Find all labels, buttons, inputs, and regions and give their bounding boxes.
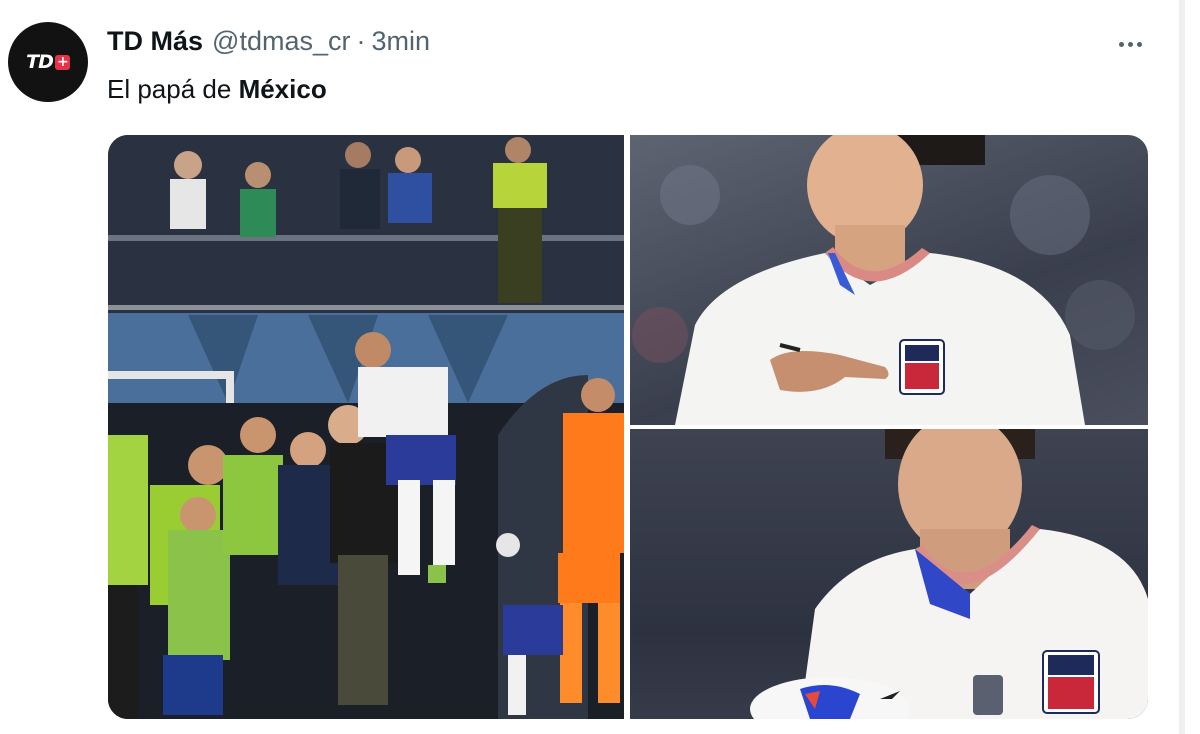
more-dot xyxy=(1118,41,1124,47)
media-grid xyxy=(108,135,1148,719)
tweet-text-prefix: El papá de xyxy=(107,74,239,104)
tweet-text: El papá de México xyxy=(107,74,327,105)
tweet-timestamp[interactable]: 3min xyxy=(371,26,430,57)
media-photo-2[interactable] xyxy=(630,135,1148,425)
tweet-header: TD Más @tdmas_cr · 3min xyxy=(107,26,430,57)
avatar-logo-text: TD xyxy=(26,51,54,73)
more-dot xyxy=(1136,41,1142,47)
celebration-photo-illustration xyxy=(108,135,624,719)
author-display-name[interactable]: TD Más xyxy=(107,26,203,57)
player-ball-photo-illustration xyxy=(750,429,1148,719)
player-pointing-photo-illustration xyxy=(632,135,1135,425)
media-photo-3[interactable] xyxy=(630,429,1148,719)
plus-icon: + xyxy=(54,54,70,70)
more-dot xyxy=(1127,41,1133,47)
timeline-border xyxy=(1179,0,1185,734)
tweet-text-bold: México xyxy=(238,74,327,104)
media-photo-1[interactable] xyxy=(108,135,624,719)
avatar[interactable]: TD + xyxy=(8,22,88,102)
td-mas-logo: TD + xyxy=(26,51,70,73)
author-handle[interactable]: @tdmas_cr xyxy=(212,26,350,57)
separator-dot: · xyxy=(356,26,366,56)
more-icon[interactable] xyxy=(1113,30,1147,58)
